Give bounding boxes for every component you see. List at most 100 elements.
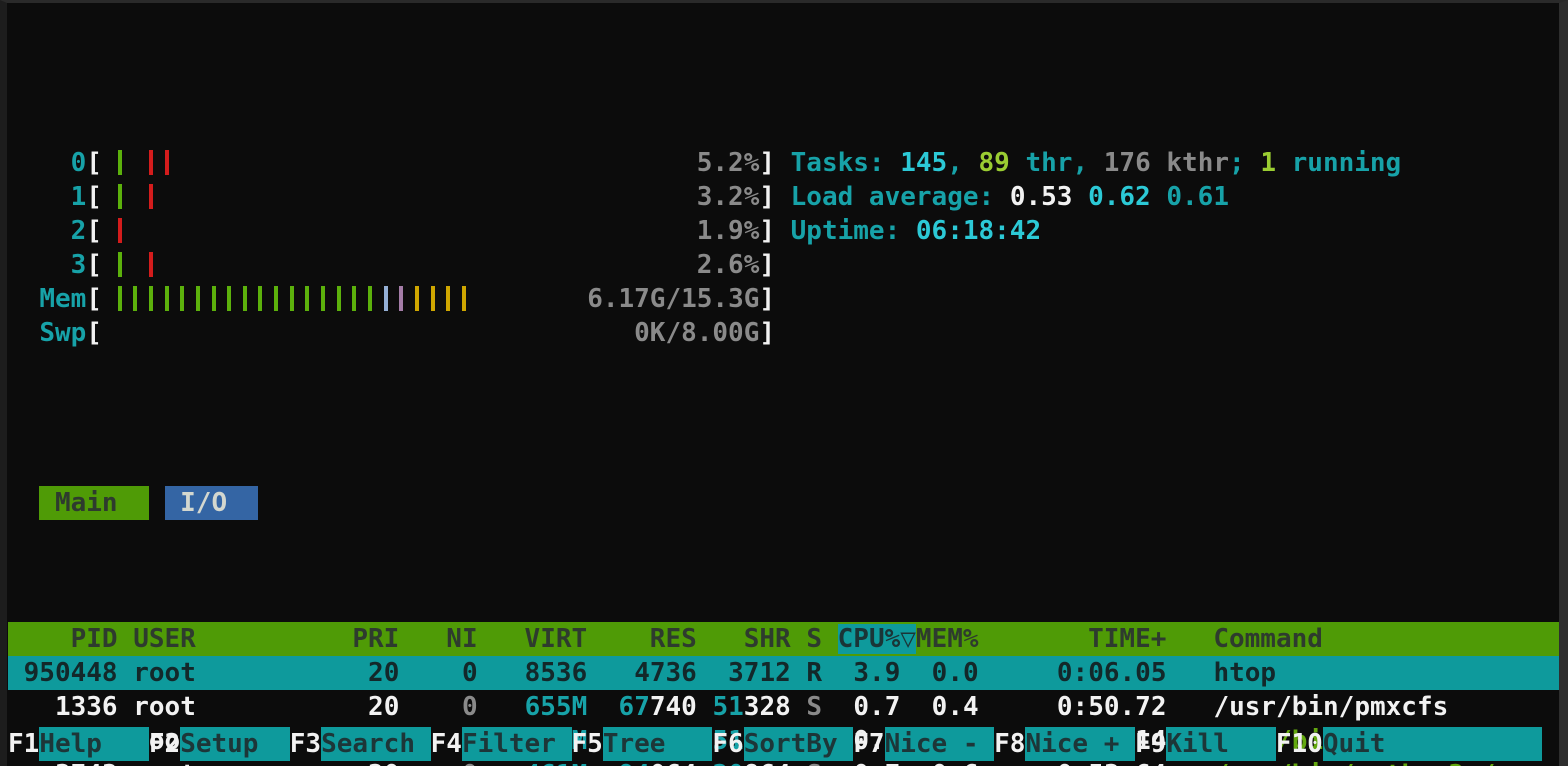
fkey-f8-label: Nice + (1025, 727, 1135, 761)
htop-screen: 0[5.2%] Tasks: 145, 89 thr, 176 kthr; 1 … (0, 0, 1568, 766)
table-header-left-columns: PID USER PRI NI VIRT RES SHR S (8, 624, 838, 654)
column-header-cpu-sort[interactable]: CPU%▽ (838, 624, 916, 654)
fkey-f5-key: F5 (572, 729, 603, 759)
ni-cell: 0 (399, 692, 477, 722)
fkey-f2-setup[interactable]: F2Setup (149, 729, 290, 759)
fkey-f5-label: Tree (603, 727, 713, 761)
cpu3-meter-value: 2.6% (697, 248, 760, 282)
cpu3-meter-label: 3 (39, 250, 86, 280)
cpu2-tick-red (118, 218, 122, 243)
fkey-f9-label: Kill (1166, 727, 1276, 761)
mem-tick-green (165, 286, 169, 311)
mem-close-bracket: ] (759, 284, 775, 314)
process-row[interactable]: 950448 root 20 0 8536 4736 3712 R 3.9 0.… (8, 656, 1559, 690)
tabs-row: Main I/O (8, 486, 1559, 520)
blank-line (8, 112, 1559, 146)
mem-tick-green (352, 286, 356, 311)
fkey-f1-help[interactable]: F1Help (8, 729, 149, 759)
cpu2-open-bracket: [ (86, 216, 102, 246)
fkey-f8-nice-plus[interactable]: F8Nice + (994, 729, 1135, 759)
fkey-f2-label: Setup (180, 727, 290, 761)
command-cell: /usr/bin/pmxcfs (1213, 692, 1448, 722)
mem-tick-yellow (446, 286, 450, 311)
fkey-f9-kill[interactable]: F9Kill (1135, 729, 1276, 759)
process-row[interactable]: 1336 root 20 0 655M 67740 51328 S 0.7 0.… (8, 690, 1559, 724)
pri-cell: 20 (352, 692, 399, 722)
table-header[interactable]: PID USER PRI NI VIRT RES SHR S CPU%▽MEM%… (8, 622, 1559, 656)
fkey-f10-quit[interactable]: F10Quit (1276, 729, 1542, 759)
swp-close-bracket: ] (759, 318, 775, 348)
fkey-f5-tree[interactable]: F5Tree (572, 729, 713, 759)
fkey-f10-key: F10 (1276, 729, 1323, 759)
user-cell: root (133, 658, 352, 688)
mem-tick-green (305, 286, 309, 311)
cpu1-tick-green (118, 184, 122, 209)
fkey-f4-filter[interactable]: F4Filter (431, 729, 572, 759)
mem-tick-yellow (431, 286, 435, 311)
fkey-f7-nice-minus[interactable]: F7Nice - (853, 729, 994, 759)
mem-meter: Mem[6.17G/15.3G] (8, 282, 775, 316)
summary-line: 3[2.6%] (8, 248, 1559, 282)
time-cell: 0:06.05 (979, 658, 1167, 688)
mem-tick-yellow (462, 286, 466, 311)
mem-tick-green (321, 286, 325, 311)
cpu3-meter-bar: 2.6% (102, 248, 759, 282)
fkey-f3-label: Search (321, 727, 431, 761)
mem-tick-yellow (415, 286, 419, 311)
cpu3-tick-green (118, 252, 122, 277)
fkey-f6-key: F6 (712, 729, 743, 759)
swp-meter-bar: 0K/8.00G (102, 316, 759, 350)
cpu3-open-bracket: [ (86, 250, 102, 280)
mem-tick-purple (399, 286, 403, 311)
cpu0-meter-label: 0 (39, 148, 86, 178)
fkey-f3-key: F3 (290, 729, 321, 759)
fkey-f6-sortby[interactable]: F6SortBy (712, 729, 853, 759)
tab-main-label: Main (55, 488, 118, 518)
mem-meter-value: 6.17G/15.3G (587, 282, 759, 316)
tasks-summary: Tasks: 145, 89 thr, 176 kthr; 1 running (791, 148, 1402, 178)
mem-open-bracket: [ (86, 284, 102, 314)
cpu1-meter-label: 1 (39, 182, 86, 212)
mem-tick-green (258, 286, 262, 311)
summary-line: 2[1.9%] Uptime: 06:18:42 (8, 214, 1559, 248)
summary-line: 1[3.2%] Load average: 0.53 0.62 0.61 (8, 180, 1559, 214)
mem-tick-blue (384, 286, 388, 311)
mem-percent-cell: 0.4 (916, 692, 979, 722)
fkey-f2-key: F2 (149, 729, 180, 759)
cpu1-meter-bar: 3.2% (102, 180, 759, 214)
tab-main[interactable]: Main (39, 486, 149, 520)
function-key-bar: F1HelpF2SetupF3SearchF4FilterF5TreeF6Sor… (8, 727, 1560, 761)
mem-percent-cell: 0.0 (916, 658, 979, 688)
fkey-f1-label: Help (39, 727, 149, 761)
cpu2-close-bracket: ] (759, 216, 775, 246)
fkey-f1-key: F1 (8, 729, 39, 759)
cpu-percent-cell: 3.9 (822, 658, 900, 688)
cpu1-meter-value: 3.2% (697, 180, 760, 214)
pid-cell: 1336 (8, 692, 118, 722)
table-header-right-columns: MEM% TIME+ Command (916, 624, 1323, 654)
ni-cell: 0 (399, 658, 477, 688)
command-cell: htop (1213, 658, 1276, 688)
system-summary-area: 0[5.2%] Tasks: 145, 89 thr, 176 kthr; 1 … (8, 112, 1559, 384)
fkey-f3-search[interactable]: F3Search (290, 729, 431, 759)
swp-meter-label: Swp (39, 318, 86, 348)
fkey-f7-key: F7 (853, 729, 884, 759)
cpu-percent-cell: 0.7 (822, 692, 900, 722)
tab-io[interactable]: I/O (165, 486, 259, 520)
load-average-summary: Load average: 0.53 0.62 0.61 (791, 182, 1229, 212)
mem-meter-bar: 6.17G/15.3G (102, 282, 759, 316)
mem-tick-green (133, 286, 137, 311)
summary-line: 0[5.2%] Tasks: 145, 89 thr, 176 kthr; 1 … (8, 146, 1559, 180)
fkey-f4-key: F4 (431, 729, 462, 759)
fkey-f10-label: Quit (1323, 727, 1542, 761)
mem-tick-green (149, 286, 153, 311)
swp-meter: Swp[0K/8.00G] (8, 316, 775, 350)
fkey-f7-label: Nice - (885, 727, 995, 761)
cpu1-close-bracket: ] (759, 182, 775, 212)
mem-meter-label: Mem (39, 284, 86, 314)
cpu0-close-bracket: ] (759, 148, 775, 178)
cpu2-meter: 2[1.9%] (8, 214, 775, 248)
cpu2-meter-label: 2 (39, 216, 86, 246)
fkey-f8-key: F8 (994, 729, 1025, 759)
fkey-f4-label: Filter (462, 727, 572, 761)
